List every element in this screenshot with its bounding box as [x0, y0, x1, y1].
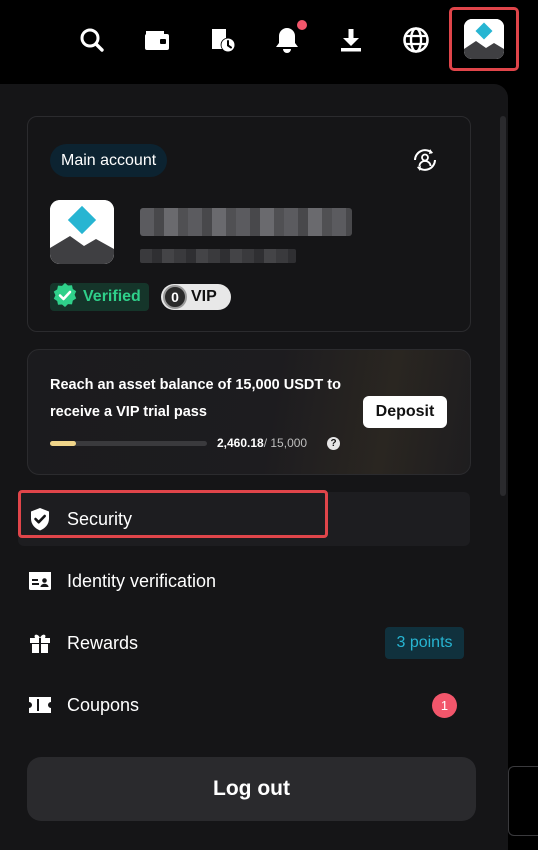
asset-progress-bar: [50, 441, 207, 446]
gift-icon: [27, 630, 53, 656]
download-icon[interactable]: [333, 22, 369, 58]
masked-username: [140, 208, 352, 236]
menu-item-label: Rewards: [67, 632, 139, 653]
order-history-icon[interactable]: [204, 22, 240, 58]
menu-item-security[interactable]: Security: [18, 492, 470, 546]
vip-level-number: 0: [163, 285, 187, 309]
progress-total: / 15,000: [263, 436, 308, 450]
rewards-points-badge: 3 points: [385, 627, 464, 659]
coupons-count-badge: 1: [432, 693, 457, 718]
logout-button[interactable]: Log out: [27, 757, 476, 821]
wallet-icon[interactable]: [139, 22, 175, 58]
menu-item-label: Security: [67, 508, 133, 529]
deposit-button[interactable]: Deposit: [363, 396, 447, 428]
profile-avatar: [50, 200, 114, 264]
menu-item-coupons[interactable]: Coupons: [18, 678, 470, 732]
search-icon[interactable]: [74, 22, 110, 58]
menu-item-identity-verification[interactable]: Identity verification: [18, 554, 470, 608]
globe-icon[interactable]: [398, 22, 434, 58]
id-card-icon: [27, 568, 53, 594]
switch-account-icon[interactable]: [409, 144, 441, 176]
vip-level-badge[interactable]: 0 VIP: [161, 284, 231, 310]
ticket-icon: [27, 692, 53, 718]
vip-label: VIP: [191, 288, 217, 305]
notification-dot: [297, 20, 307, 30]
verified-label: Verified: [83, 288, 141, 305]
asset-progress-text: 2,460.18/ 15,000: [217, 436, 307, 450]
account-avatar-button[interactable]: [449, 7, 519, 71]
top-navigation-bar: [0, 0, 538, 82]
help-icon[interactable]: ?: [327, 437, 340, 450]
background-page-edge: [508, 766, 538, 836]
scrollbar[interactable]: [500, 116, 506, 496]
avatar: [464, 19, 504, 59]
vip-promo-message: Reach an asset balance of 15,000 USDT to…: [50, 377, 341, 420]
menu-item-label: Coupons: [67, 694, 140, 715]
verified-badge: Verified: [50, 282, 149, 313]
main-account-badge: Main account: [50, 144, 168, 177]
asset-progress-fill: [50, 441, 76, 446]
progress-current: 2,460.18: [217, 436, 264, 450]
verified-check-icon: [52, 282, 78, 313]
shield-check-icon: [27, 506, 53, 532]
masked-user-id: [140, 249, 296, 263]
menu-item-label: Identity verification: [67, 570, 217, 591]
